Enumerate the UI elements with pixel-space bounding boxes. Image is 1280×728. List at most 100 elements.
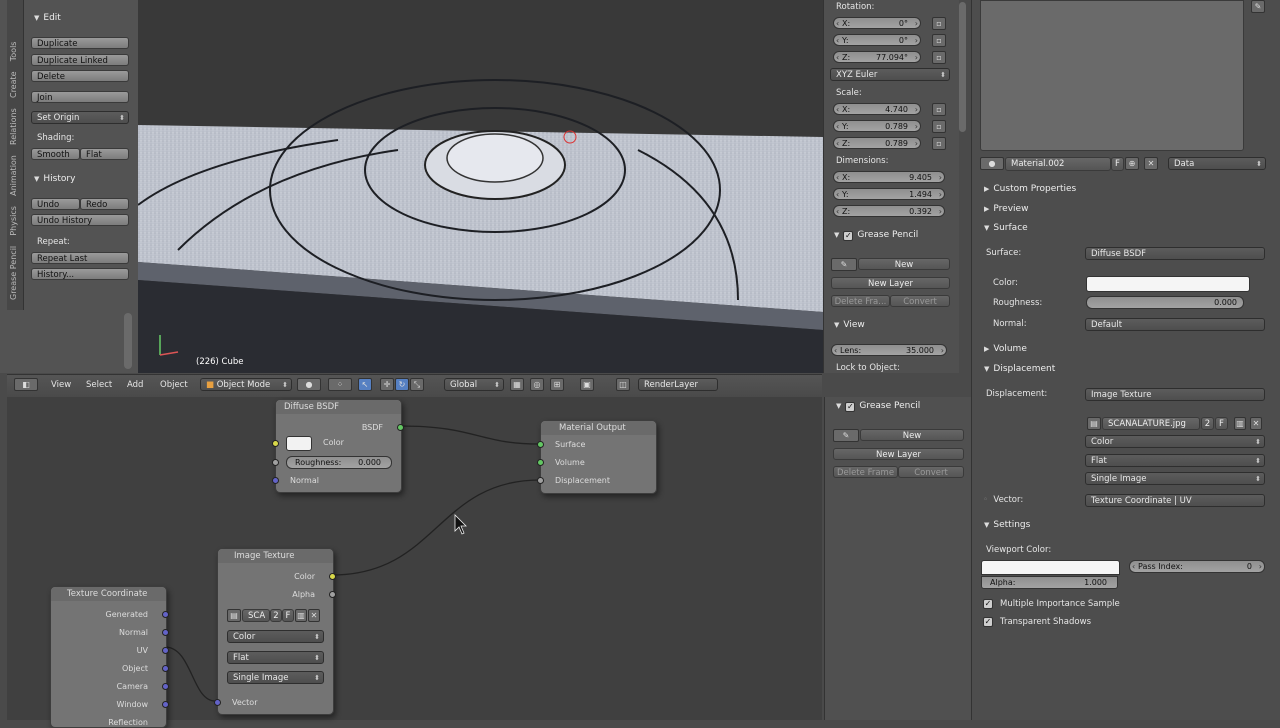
repeat-last-button[interactable]: Repeat Last xyxy=(31,252,129,264)
open-folder-icon[interactable]: ▥ xyxy=(1234,417,1246,430)
node-delete-frame-button[interactable]: Delete Frame xyxy=(833,466,898,478)
alpha-field[interactable]: Alpha: 1.000 xyxy=(981,576,1118,589)
snap-icon[interactable]: ⊞ xyxy=(550,378,564,391)
image-source-dropdown[interactable]: Single Image ⬍ xyxy=(227,671,324,684)
color-input-socket[interactable] xyxy=(272,440,279,447)
tab-animation[interactable]: Animation xyxy=(9,155,18,196)
lock-icon[interactable]: ▫ xyxy=(932,137,946,150)
image-browse-icon[interactable]: ▤ xyxy=(1087,417,1101,430)
rotation-x-field[interactable]: ‹ X: 0° › xyxy=(833,17,921,29)
material-name-field[interactable]: Material.002 xyxy=(1005,157,1111,171)
lock-icon[interactable]: ▫ xyxy=(932,34,946,47)
smooth-button[interactable]: Smooth xyxy=(31,148,80,160)
menu-select[interactable]: Select xyxy=(86,380,112,390)
history-panel-header[interactable]: ▼ History xyxy=(34,174,75,184)
roughness-field[interactable]: Roughness: 0.000 xyxy=(286,456,392,469)
generated-output-socket[interactable] xyxy=(162,611,169,618)
color-output-socket[interactable] xyxy=(329,573,336,580)
undo-history-button[interactable]: Undo History xyxy=(31,214,129,226)
tab-physics[interactable]: Physics xyxy=(9,206,18,236)
pencil-icon[interactable]: ✎ xyxy=(831,258,857,271)
close-icon[interactable]: ✕ xyxy=(1144,157,1158,170)
menu-add[interactable]: Add xyxy=(127,380,143,390)
displacement-input-socket[interactable] xyxy=(537,477,544,484)
layers-icon[interactable]: ▦ xyxy=(510,378,524,391)
dimensions-y-field[interactable]: ‹ Y: 1.494 › xyxy=(833,188,945,200)
duplicate-linked-button[interactable]: Duplicate Linked xyxy=(31,54,129,66)
surface-input-socket[interactable] xyxy=(537,441,544,448)
delete-frame-button[interactable]: Delete Fra... xyxy=(831,295,890,307)
n-panel-scrollbar[interactable] xyxy=(959,2,966,132)
rotation-mode-dropdown[interactable]: XYZ Euler ⬍ xyxy=(830,68,950,81)
material-fake-user-button[interactable]: F xyxy=(1111,157,1124,171)
proportional-edit-icon[interactable]: ◎ xyxy=(530,378,544,391)
vector-input-dropdown[interactable]: Texture Coordinate | UV xyxy=(1085,494,1265,507)
material-output-node[interactable]: Material Output Surface Volume Displacem… xyxy=(537,420,657,494)
viewport-color-swatch[interactable] xyxy=(981,560,1120,575)
displacement-panel-header[interactable]: ▼ Displacement xyxy=(984,364,1055,374)
custom-properties-panel-header[interactable]: ▶ Custom Properties xyxy=(984,184,1076,194)
open-folder-icon[interactable]: ▥ xyxy=(295,609,307,622)
image-users-count[interactable]: 2 xyxy=(270,609,282,622)
image-name-field[interactable]: SCANALATURE.jpg xyxy=(1102,417,1200,430)
object-output-socket[interactable] xyxy=(162,665,169,672)
render-icon[interactable]: ▣ xyxy=(580,378,594,391)
transform-orientation-dropdown[interactable]: Global ⬍ xyxy=(444,378,504,391)
scale-manipulator-icon[interactable]: ⤡ xyxy=(410,378,424,391)
surface-panel-header[interactable]: ▼ Surface xyxy=(984,223,1028,233)
color-swatch[interactable] xyxy=(286,436,312,451)
image-texture-node[interactable]: Image Texture Color Alpha ▤ SCA 2 F ▥ ✕ … xyxy=(214,548,336,715)
node-grease-new-button[interactable]: New xyxy=(860,429,964,441)
duplicate-button[interactable]: Duplicate xyxy=(31,37,129,49)
alpha-output-socket[interactable] xyxy=(329,591,336,598)
tab-tools[interactable]: Tools xyxy=(9,42,18,62)
volume-input-socket[interactable] xyxy=(537,459,544,466)
viewport-3d[interactable]: (226) Cube xyxy=(138,0,823,373)
close-icon[interactable]: ✕ xyxy=(1250,417,1262,430)
tool-shelf-tab-labels[interactable]: Grease Pencil Physics Animation Relation… xyxy=(9,0,21,300)
undo-button[interactable]: Undo xyxy=(31,198,80,210)
editor-type-icon[interactable]: ◧ xyxy=(14,378,38,391)
surface-shader-dropdown[interactable]: Diffuse BSDF xyxy=(1085,247,1265,260)
pass-index-field[interactable]: ‹ Pass Index: 0 › xyxy=(1129,560,1265,573)
rotation-z-field[interactable]: ‹ Z: 77.094° › xyxy=(833,51,921,63)
tab-grease-pencil[interactable]: Grease Pencil xyxy=(9,246,18,300)
grease-pencil-new-button[interactable]: New xyxy=(858,258,950,270)
uv-output-socket[interactable] xyxy=(162,647,169,654)
camera-icon[interactable]: ◫ xyxy=(616,378,630,391)
image-color-dropdown[interactable]: Color ⬍ xyxy=(227,630,324,643)
node-new-layer-button[interactable]: New Layer xyxy=(833,448,964,460)
image-name-field[interactable]: SCA xyxy=(242,609,270,622)
pencil-icon[interactable]: ✎ xyxy=(833,429,859,442)
join-button[interactable]: Join xyxy=(31,91,129,103)
redo-button[interactable]: Redo xyxy=(80,198,129,210)
displacement-input-dropdown[interactable]: Image Texture xyxy=(1085,388,1265,401)
object-mode-dropdown[interactable]: ■ Object Mode ⬍ xyxy=(200,378,292,391)
fake-user-button[interactable]: F xyxy=(282,609,294,622)
tab-create[interactable]: Create xyxy=(9,71,18,98)
flat-button[interactable]: Flat xyxy=(80,148,129,160)
tab-relations[interactable]: Relations xyxy=(9,108,18,145)
lens-field[interactable]: ‹ Lens: 35.000 › xyxy=(831,344,947,356)
transparent-shadows-checkbox[interactable]: ✓ xyxy=(983,617,993,627)
history-button[interactable]: History... xyxy=(31,268,129,280)
node-convert-button[interactable]: Convert xyxy=(898,466,964,478)
manipulator-toggle-icon[interactable]: ↖ xyxy=(358,378,372,391)
mis-checkbox[interactable]: ✓ xyxy=(983,599,993,609)
normal-input-dropdown[interactable]: Default xyxy=(1085,318,1265,331)
image-users-count[interactable]: 2 xyxy=(1201,417,1214,430)
lock-icon[interactable]: ▫ xyxy=(932,51,946,64)
lock-icon[interactable]: ▫ xyxy=(932,103,946,116)
rotation-y-field[interactable]: ‹ Y: 0° › xyxy=(833,34,921,46)
render-layer-dropdown[interactable]: RenderLayer xyxy=(638,378,718,391)
tool-shelf-scrollbar[interactable] xyxy=(124,313,132,369)
pivot-point-icon[interactable]: ⁘ xyxy=(328,378,352,391)
camera-output-socket[interactable] xyxy=(162,683,169,690)
new-material-icon[interactable]: ⊕ xyxy=(1125,157,1139,170)
grease-pencil-checkbox[interactable]: ✓ xyxy=(843,231,854,241)
preview-panel-header[interactable]: ▶ Preview xyxy=(984,204,1028,214)
vector-input-socket[interactable] xyxy=(214,699,221,706)
normal-output-socket[interactable] xyxy=(162,629,169,636)
grease-pencil-panel-header[interactable]: ▼ ✓ Grease Pencil xyxy=(834,230,918,241)
translate-manipulator-icon[interactable]: ✛ xyxy=(380,378,394,391)
